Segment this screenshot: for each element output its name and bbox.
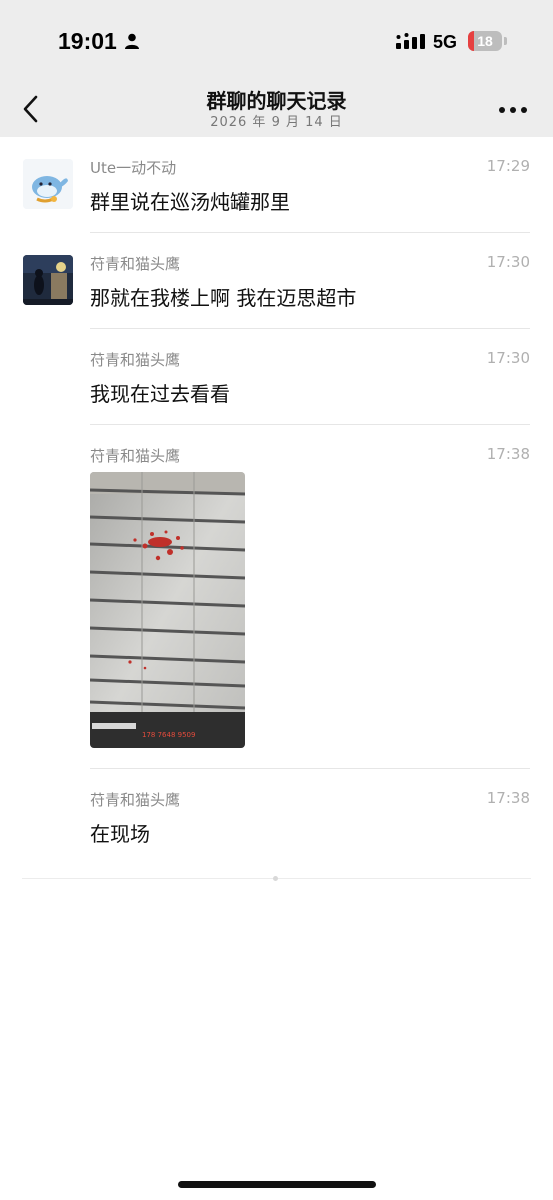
message-image[interactable]: 178 7648 9509 [90,472,245,748]
page-date: 2026 年 9 月 14 日 [210,115,343,130]
message-time: 17:29 [486,157,530,175]
battery-percent: 18 [477,33,493,49]
avatar[interactable] [23,255,73,305]
sender-name: 苻青和猫头鹰 [90,791,181,809]
message-text[interactable]: 我现在过去看看 [90,378,230,407]
more-button[interactable] [496,100,530,120]
signal-icon [396,33,425,49]
message-item: 苻青和猫头鹰 17:30 那就在我楼上啊 我在迈思超市 [0,233,553,329]
message-time: 17:38 [486,789,530,807]
sender-name: 苻青和猫头鹰 [90,447,181,465]
battery-tip [504,37,507,45]
page-title: 群聊的聊天记录 [206,89,347,113]
whale-avatar-icon [23,159,73,209]
avatar[interactable] [23,159,73,209]
message-text[interactable]: 在现场 [90,818,150,847]
message-time: 17:38 [486,445,530,463]
image-caption: 178 7648 9509 [142,731,195,739]
sender-name: 苻青和猫头鹰 [90,351,181,369]
sender-name: Ute一动不动 [90,159,177,177]
night-photo-avatar-icon [23,255,73,305]
end-dot [273,876,278,881]
home-indicator[interactable] [178,1181,376,1188]
message-text[interactable]: 那就在我楼上啊 我在迈思超市 [90,282,356,311]
network-type: 5G [433,32,458,52]
message-item: 苻青和猫头鹰 17:30 我现在过去看看 [0,329,553,425]
message-text[interactable]: 群里说在巡汤炖罐那里 [90,186,290,215]
nav-bar: 群聊的聊天记录 2026 年 9 月 14 日 [0,80,553,137]
message-time: 17:30 [486,349,530,367]
message-time: 17:30 [486,253,530,271]
message-item: 苻青和猫头鹰 17:38 在现场 [0,769,553,865]
sender-name: 苻青和猫头鹰 [90,255,181,273]
status-bar: 19:01 5G 18 [0,0,553,80]
shutter-photo-image: 178 7648 9509 [90,472,245,748]
status-time: 19:01 [58,28,117,54]
message-item: 苻青和猫头鹰 17:38 178 7648 9509 [0,425,553,769]
person-icon [125,33,139,49]
message-item: Ute一动不动 17:29 群里说在巡汤炖罐那里 [0,137,553,233]
battery-icon: 18 [468,31,502,51]
